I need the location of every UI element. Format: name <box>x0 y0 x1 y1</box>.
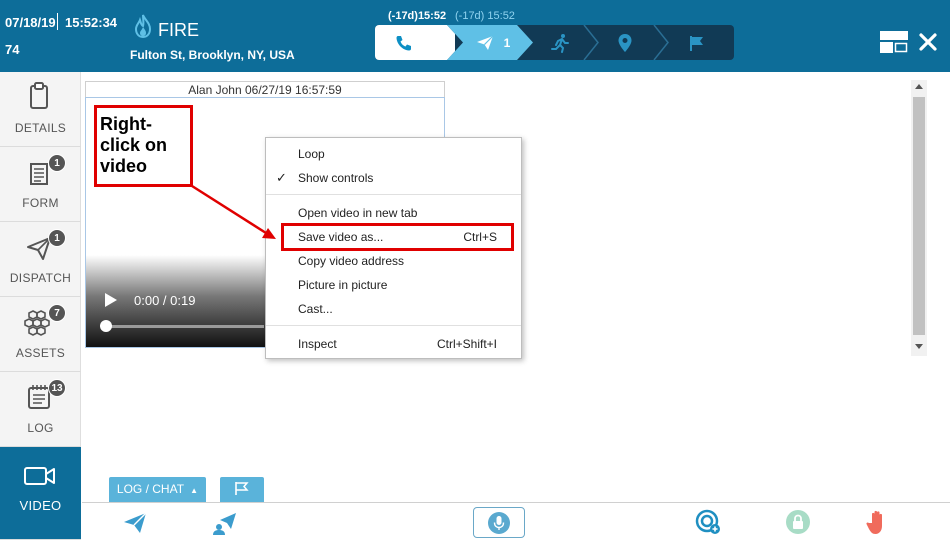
flag-icon <box>690 35 703 51</box>
flag-tab[interactable] <box>220 477 264 502</box>
app-root: 07/18/19 15:52:34 74 FIRE Fulton St, Bro… <box>0 0 950 540</box>
close-icon[interactable] <box>918 32 938 52</box>
sidebar-item-label: VIDEO <box>19 498 62 513</box>
assets-badge: 7 <box>48 304 66 322</box>
clipboard-icon <box>30 82 48 109</box>
header-divider <box>57 13 58 30</box>
sidebar-item-label: DETAILS <box>14 121 67 135</box>
dispatch-count: 1 <box>503 35 511 50</box>
video-camera-icon <box>24 467 55 485</box>
menu-item-label: Inspect <box>298 337 337 351</box>
video-seek-bar[interactable] <box>104 325 264 328</box>
target-icon[interactable] <box>693 507 723 537</box>
layout-toggle-icon[interactable] <box>880 31 908 53</box>
scroll-up-arrow-icon[interactable] <box>915 84 923 89</box>
sidebar-item-assets[interactable]: 7 ASSETS <box>0 297 81 372</box>
microphone-button[interactable] <box>473 507 525 538</box>
dispatch-group-icon[interactable] <box>210 507 240 537</box>
status-progress: 1 <box>375 25 734 60</box>
log-badge: 13 <box>48 379 66 397</box>
caret-up-icon: ▲ <box>190 486 199 495</box>
sidebar-item-log[interactable]: 13 LOG <box>0 372 81 447</box>
log-chat-tab[interactable]: LOG / CHAT ▲ <box>109 477 206 502</box>
log-chat-label: LOG / CHAT <box>116 482 184 496</box>
microphone-icon <box>488 512 510 534</box>
menu-item-label: Show controls <box>298 171 374 185</box>
step-chevron <box>583 25 599 60</box>
video-caption: Alan John 06/27/19 16:57:59 <box>85 81 445 98</box>
paper-plane-icon <box>476 35 494 50</box>
menu-item-loop[interactable]: Loop <box>266 143 521 165</box>
form-badge: 1 <box>48 154 66 172</box>
step-dispatch[interactable]: 1 <box>447 25 533 60</box>
menu-divider <box>266 325 521 326</box>
sidebar-item-dispatch[interactable]: 1 DISPATCH <box>0 222 81 297</box>
incident-time: 15:52:34 <box>65 15 118 30</box>
step-onscene[interactable] <box>590 25 660 60</box>
incident-date: 07/18/19 <box>5 15 56 30</box>
scroll-down-arrow-icon[interactable] <box>915 344 923 349</box>
vertical-scrollbar[interactable] <box>911 80 927 356</box>
sidebar: DETAILS 1 FORM 1 DISPATCH 7 ASSETS 13 LO… <box>0 72 81 540</box>
menu-item-cast[interactable]: Cast... <box>266 298 521 320</box>
lock-icon[interactable] <box>783 507 813 537</box>
video-seek-handle[interactable] <box>100 320 112 332</box>
sidebar-item-label: FORM <box>22 196 59 210</box>
sidebar-item-video[interactable]: VIDEO <box>0 447 81 540</box>
checkmark-icon: ✓ <box>276 170 287 185</box>
flame-icon <box>134 14 152 38</box>
step-chevron <box>653 25 669 60</box>
menu-item-label: Cast... <box>298 302 333 316</box>
menu-item-show-controls[interactable]: ✓ Show controls <box>266 167 521 189</box>
annotation-line: click on <box>100 135 168 155</box>
incident-header: 07/18/19 15:52:34 74 FIRE Fulton St, Bro… <box>0 0 950 72</box>
annotation-line: Right- <box>100 114 152 134</box>
dispatch-badge: 1 <box>48 229 66 247</box>
menu-item-label: Open video in new tab <box>298 206 418 220</box>
incident-number: 74 <box>5 42 20 57</box>
flag-outline-icon <box>235 482 249 495</box>
menu-item-label: Loop <box>298 147 325 161</box>
map-pin-icon <box>618 33 632 52</box>
step-complete[interactable] <box>660 25 734 60</box>
running-person-icon <box>551 33 569 53</box>
menu-item-picture-in-picture[interactable]: Picture in picture <box>266 274 521 296</box>
sidebar-item-label: DISPATCH <box>9 271 72 285</box>
menu-item-label: Copy video address <box>298 254 405 268</box>
sidebar-item-details[interactable]: DETAILS <box>0 72 81 147</box>
video-time: 0:00 / 0:19 <box>134 293 196 308</box>
sidebar-item-form[interactable]: 1 FORM <box>0 147 81 222</box>
menu-item-label: Picture in picture <box>298 278 388 292</box>
menu-item-open-new-tab[interactable]: Open video in new tab <box>266 202 521 224</box>
timer-active: (-17d)15:52 <box>388 10 447 22</box>
menu-divider <box>266 194 521 195</box>
phone-icon <box>396 35 411 50</box>
annotation-line: video <box>100 156 148 176</box>
dispatch-send-icon[interactable] <box>120 507 150 537</box>
menu-item-copy-address[interactable]: Copy video address <box>266 250 521 272</box>
step-call[interactable] <box>375 25 455 60</box>
hand-stop-icon[interactable] <box>863 507 893 537</box>
menu-item-shortcut: Ctrl+Shift+I <box>436 337 497 351</box>
incident-type: FIRE <box>158 20 200 40</box>
timer-secondary: (-17d) 15:52 <box>455 10 515 22</box>
play-icon[interactable] <box>104 292 118 308</box>
annotation-callout: Right- click on video <box>94 105 193 187</box>
scrollbar-thumb[interactable] <box>913 97 925 335</box>
incident-address: Fulton St, Brooklyn, NY, USA <box>130 48 295 62</box>
sidebar-item-label: ASSETS <box>15 346 66 360</box>
menu-item-inspect[interactable]: Inspect Ctrl+Shift+I <box>266 333 521 355</box>
annotation-highlight <box>281 223 514 251</box>
sidebar-item-label: LOG <box>27 421 54 435</box>
